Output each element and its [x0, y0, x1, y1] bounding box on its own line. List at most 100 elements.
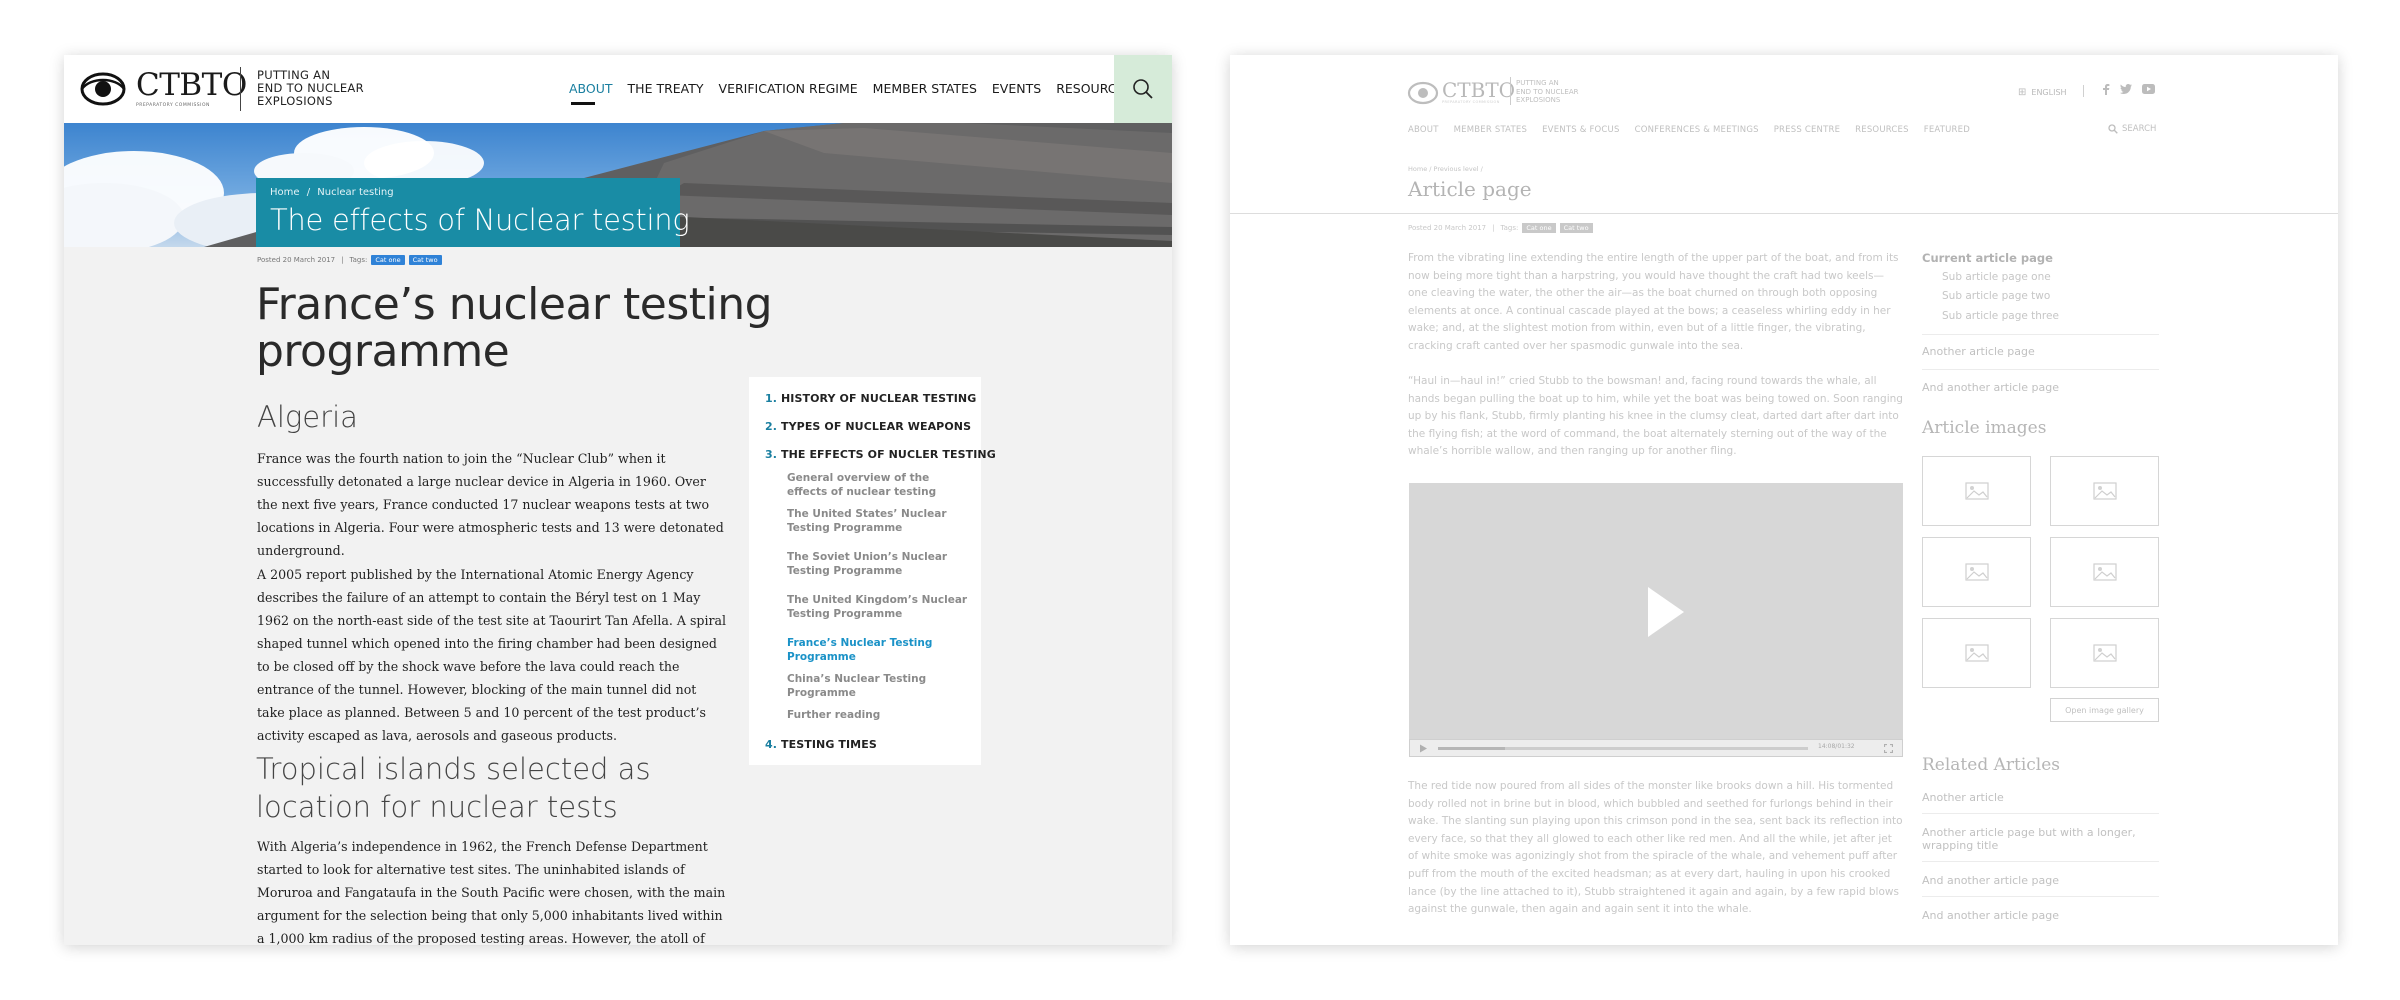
logo-text[interactable]: CTBTO: [1442, 78, 1515, 102]
related-article-link[interactable]: Another article: [1922, 791, 2159, 804]
toc-item-history[interactable]: 1. HISTORY OF NUCLEAR TESTING: [765, 392, 976, 405]
toc-subitem[interactable]: The Soviet Union’s Nuclear Testing Progr…: [787, 551, 969, 578]
logo-subtext: PREPARATORY COMMISSION: [136, 103, 210, 108]
toc-label: TESTING TIMES: [780, 738, 877, 751]
twitter-icon[interactable]: [2120, 84, 2132, 94]
sidebar-subpage[interactable]: Sub article page one: [1942, 271, 2051, 283]
breadcrumb-home[interactable]: Home: [270, 187, 300, 198]
body-paragraph: From the vibrating line extending the en…: [1408, 252, 1899, 352]
nav-press-centre[interactable]: PRESS CENTRE: [1774, 125, 1840, 135]
nav-events[interactable]: EVENTS: [992, 81, 1041, 96]
related-article-link[interactable]: And another article page: [1922, 909, 2159, 922]
video-progress-track[interactable]: [1438, 747, 1808, 750]
body-paragraph: France was the fourth nation to join the…: [257, 451, 724, 558]
ctbto-eye-logo-icon[interactable]: [80, 69, 126, 109]
toc-item-types[interactable]: 2. TYPES OF NUCLEAR WEAPONS: [765, 420, 971, 433]
youtube-icon[interactable]: [2142, 84, 2155, 94]
site-header: CTBTO PREPARATORY COMMISSION PUTTING AN …: [64, 55, 1172, 123]
nav-about[interactable]: ABOUT: [1408, 125, 1439, 135]
language-icon: ⊞: [2018, 87, 2027, 98]
toc-subitem[interactable]: China’s Nuclear Testing Programme: [787, 673, 969, 700]
nav-events-focus[interactable]: EVENTS & FOCUS: [1542, 125, 1619, 135]
sidebar-subpage[interactable]: Sub article page three: [1942, 310, 2059, 322]
search-button[interactable]: [1114, 55, 1172, 123]
header-separator: [2083, 85, 2084, 97]
article-wireframe-right: CTBTO PREPARATORY COMMISSION PUTTING AN …: [1230, 55, 2338, 945]
toc-number: 3.: [765, 448, 778, 461]
breadcrumb: Home / Nuclear testing: [270, 187, 398, 198]
image-thumbnail[interactable]: [2050, 618, 2159, 688]
sidebar-link[interactable]: And another article page: [1922, 381, 2059, 394]
toc-number: 1.: [765, 392, 778, 405]
section-heading-islands: Tropical islands selected as location fo…: [256, 752, 651, 824]
nav-member-states[interactable]: MEMBER STATES: [873, 81, 977, 96]
toc-subitem[interactable]: The United Kingdom’s Nuclear Testing Pro…: [787, 594, 969, 621]
facebook-icon[interactable]: [2102, 84, 2110, 95]
related-divider: [1922, 896, 2159, 897]
toc-subitem[interactable]: General overview of the effects of nucle…: [787, 472, 969, 499]
nav-featured[interactable]: FEATURED: [1924, 125, 1970, 135]
body-paragraph: The red tide now poured from all sides o…: [1408, 780, 1903, 916]
tagline-line: PUTTING AN: [1516, 79, 1559, 87]
related-article-link[interactable]: And another article page: [1922, 874, 2159, 887]
logo-subtext: PREPARATORY COMMISSION: [1442, 100, 1500, 104]
image-placeholder-icon: [2092, 644, 2117, 662]
toc-label: THE EFFECTS OF NUCLER TESTING: [780, 448, 996, 461]
toc-subitem[interactable]: Further reading: [787, 709, 969, 723]
image-placeholder-icon: [1964, 563, 1989, 581]
nav-about[interactable]: ABOUT: [569, 81, 613, 96]
tag-badge[interactable]: Cat one: [371, 255, 405, 265]
meta-separator: |: [341, 256, 344, 264]
toc-item-testing-times[interactable]: 4. TESTING TIMES: [765, 738, 877, 751]
toc-item-effects[interactable]: 3. THE EFFECTS OF NUCLER TESTING: [765, 448, 996, 461]
breadcrumb[interactable]: Home / Previous level /: [1408, 165, 1483, 173]
language-selector[interactable]: ⊞ ENGLISH: [2018, 87, 2067, 98]
related-article-link[interactable]: Another article page but with a longer, …: [1922, 826, 2159, 852]
nav-resources[interactable]: RESOURCES: [1855, 125, 1909, 135]
search-icon: [1133, 79, 1153, 99]
play-icon[interactable]: [1646, 585, 1686, 639]
posted-date: Posted 20 March 2017: [1408, 224, 1487, 232]
nav-verification-regime[interactable]: VERIFICATION REGIME: [719, 81, 858, 96]
related-divider: [1922, 861, 2159, 862]
tag-badge[interactable]: Cat two: [1559, 223, 1593, 233]
tagline-line: EXPLOSIONS: [1516, 96, 1561, 104]
body-paragraph: “Haul in—haul in!” cried Stubb to the bo…: [1408, 375, 1903, 458]
search-link[interactable]: SEARCH: [2108, 124, 2156, 134]
video-controls: 14:08/01:32: [1409, 739, 1903, 757]
image-thumbnail[interactable]: [1922, 456, 2031, 526]
tagline-line: END TO NUCLEAR: [1516, 87, 1579, 96]
language-label: ENGLISH: [2031, 88, 2067, 97]
image-placeholder-icon: [1964, 644, 1989, 662]
nav-member-states[interactable]: MEMBER STATES: [1454, 125, 1528, 135]
toc-subitem[interactable]: The United States’ Nuclear Testing Progr…: [787, 508, 969, 535]
fullscreen-icon[interactable]: [1884, 744, 1893, 753]
sidebar-link[interactable]: Another article page: [1922, 345, 2035, 358]
search-icon: [2108, 124, 2118, 134]
small-play-icon[interactable]: [1419, 744, 1428, 753]
logo-text[interactable]: CTBTO: [136, 69, 247, 101]
toc-subitem-active[interactable]: France’s Nuclear Testing Programme: [787, 637, 969, 664]
image-thumbnail[interactable]: [1922, 618, 2031, 688]
video-player[interactable]: 14:08/01:32: [1409, 483, 1903, 757]
related-divider: [1922, 813, 2159, 814]
article-images-heading: Article images: [1922, 418, 2047, 438]
search-label: SEARCH: [2122, 124, 2157, 134]
post-meta: Posted 20 March 2017 | Tags: Cat one Cat…: [1408, 223, 1593, 233]
tagline-line: EXPLOSIONS: [257, 94, 333, 108]
sidebar-divider: [1922, 369, 2159, 370]
image-thumbnail[interactable]: [2050, 456, 2159, 526]
nav-the-treaty[interactable]: THE TREATY: [628, 81, 704, 96]
open-gallery-button[interactable]: Open image gallery: [2050, 698, 2159, 722]
tag-badge[interactable]: Cat one: [1522, 223, 1556, 233]
tag-badge[interactable]: Cat two: [408, 255, 442, 265]
breadcrumb-current[interactable]: Nuclear testing: [317, 187, 393, 198]
body-paragraph: A 2005 report published by the Internati…: [257, 567, 727, 743]
ctbto-eye-logo-icon[interactable]: [1407, 80, 1439, 106]
sidebar-subpage[interactable]: Sub article page two: [1942, 290, 2050, 302]
image-thumbnail[interactable]: [1922, 537, 2031, 607]
sidebar-current-page[interactable]: Current article page: [1922, 251, 2053, 265]
image-thumbnail[interactable]: [2050, 537, 2159, 607]
nav-active-indicator: [571, 102, 595, 105]
nav-conferences-meetings[interactable]: CONFERENCES & MEETINGS: [1635, 125, 1759, 135]
